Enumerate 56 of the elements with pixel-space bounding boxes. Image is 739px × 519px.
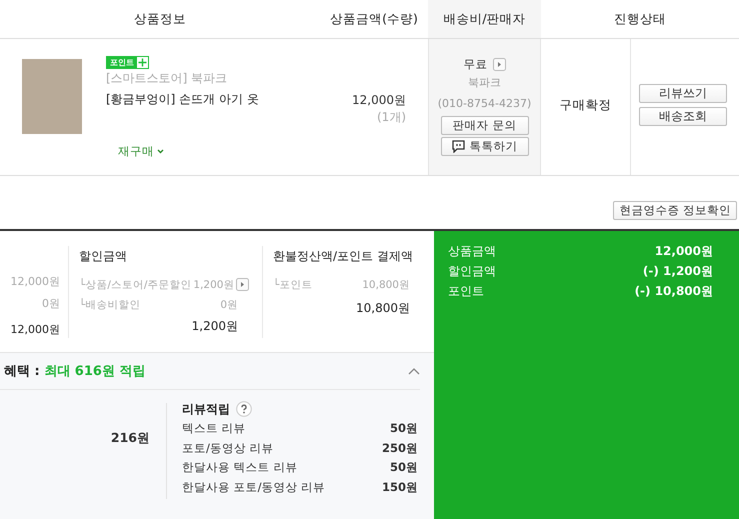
review-type: 한달사용 텍스트 리뷰 xyxy=(182,460,298,476)
column-header: 상품정보 xyxy=(133,10,187,28)
chevron-down-icon xyxy=(157,149,164,154)
product-price: 12,000원 xyxy=(352,92,406,109)
summary-label: 상품금액 xyxy=(448,243,496,260)
amount-total: 10,800원 xyxy=(356,300,410,317)
column-header: 상품금액(수량) xyxy=(329,10,419,28)
summary-label: 포인트 xyxy=(448,283,484,300)
amount-value: 12,000원 xyxy=(10,274,60,290)
benefit-amount: 216원 xyxy=(110,429,151,447)
arrow-right-icon[interactable] xyxy=(236,278,250,291)
review-points: 150원 xyxy=(382,480,418,496)
amount-value: 0원 xyxy=(220,298,238,312)
seller-inquiry-button[interactable]: 판매자 문의 xyxy=(440,116,528,135)
review-type: 포토/동영상 리뷰 xyxy=(182,440,274,456)
amount-title: 할인금액 xyxy=(79,248,128,265)
rebuy-link[interactable]: 재구매 xyxy=(118,144,164,159)
shipping-fee: 무료 xyxy=(464,56,488,72)
amount-label: └배송비할인 xyxy=(79,298,140,313)
product-name: [황금부엉이] 손뜨개 아기 옷 xyxy=(106,91,259,108)
review-points: 50원 xyxy=(390,460,418,476)
order-status: 구매확정 xyxy=(560,96,612,114)
chat-icon xyxy=(452,140,464,153)
review-points: 250원 xyxy=(382,440,418,456)
review-type: 텍스트 리뷰 xyxy=(182,421,246,437)
store-name: [스마트스토어] 북파크 xyxy=(106,70,228,87)
seller-name: 북파크 xyxy=(468,75,501,91)
quantity: (1개) xyxy=(377,109,406,126)
amount-label: └상품/스토어/주문할인 xyxy=(79,278,192,293)
chat-button[interactable]: 톡톡하기 xyxy=(440,137,528,156)
summary-value: (-) 1,200원 xyxy=(642,263,713,280)
review-type: 한달사용 포토/동영상 리뷰 xyxy=(182,480,326,496)
amount-total: 1,200원 xyxy=(192,318,238,335)
chevron-up-icon[interactable] xyxy=(408,368,420,374)
arrow-right-icon[interactable] xyxy=(492,58,506,70)
cash-receipt-button[interactable]: 현금영수증 정보확인 xyxy=(613,201,737,220)
amount-value: 1,200원 xyxy=(193,278,234,292)
help-icon[interactable] xyxy=(236,401,252,417)
summary-value: (-) 10,800원 xyxy=(634,283,713,300)
point-badge: 포인트 xyxy=(106,56,149,69)
summary-label: 할인금액 xyxy=(448,263,496,280)
review-points: 50원 xyxy=(390,421,418,437)
review-points-title: 리뷰적립 xyxy=(182,400,230,418)
action-button[interactable]: 배송조회 xyxy=(639,107,727,126)
amount-value: 10,800원 xyxy=(362,278,410,292)
seller-phone: (010-8754-4237) xyxy=(438,96,532,112)
plus-icon xyxy=(137,57,148,68)
amount-value: 0원 xyxy=(42,296,60,312)
benefit-title: 혜택 : 최대 616원 적립 xyxy=(4,363,146,380)
action-button[interactable]: 리뷰쓰기 xyxy=(639,84,727,103)
amount-label: └포인트 xyxy=(273,278,312,293)
amount-total: 12,000원 xyxy=(10,322,60,337)
amount-title: 환불정산액/포인트 결제액 xyxy=(273,248,410,265)
column-header: 배송비/판매자 xyxy=(428,0,541,38)
summary-value: 12,000원 xyxy=(654,243,713,260)
column-header: 진행상태 xyxy=(613,10,667,28)
